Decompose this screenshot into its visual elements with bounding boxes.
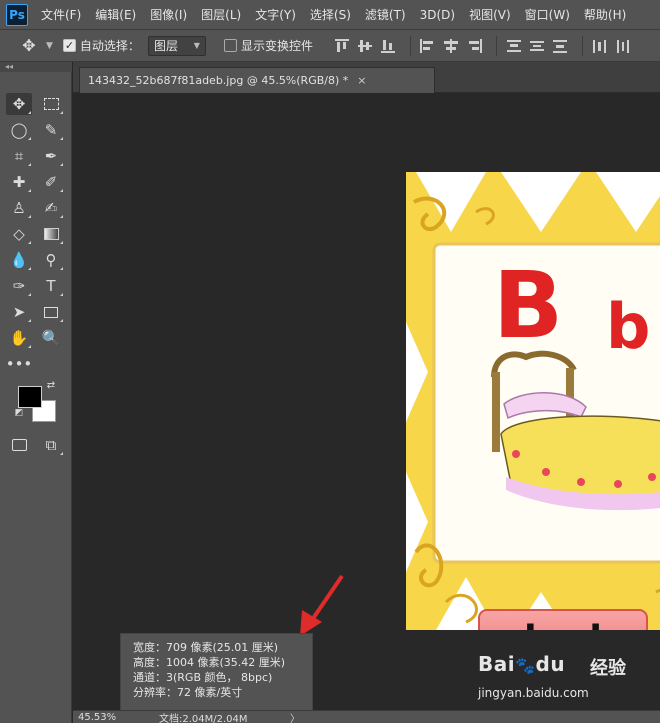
menu-edit[interactable]: 编辑(E) bbox=[88, 0, 143, 30]
history-brush-tool-icon[interactable]: ✍ bbox=[38, 197, 64, 219]
marquee-tool-icon[interactable] bbox=[38, 93, 64, 115]
separator bbox=[409, 35, 411, 56]
zoom-tool-icon[interactable]: 🔍 bbox=[38, 327, 64, 349]
distribute-vertical-center-icon[interactable] bbox=[528, 38, 546, 54]
align-vertical-center-icon[interactable] bbox=[356, 38, 374, 54]
show-transform-label: 显示变换控件 bbox=[240, 39, 313, 53]
separator bbox=[581, 35, 583, 56]
flashcard-artwork bbox=[406, 172, 660, 630]
menu-file[interactable]: 文件(F) bbox=[34, 0, 88, 30]
path-selection-tool-icon[interactable]: ➤ bbox=[6, 301, 32, 323]
info-resolution: 分辨率：72 像素/英寸 bbox=[133, 686, 243, 699]
menu-view[interactable]: 视图(V) bbox=[462, 0, 518, 30]
auto-select-label: 自动选择： bbox=[79, 39, 140, 53]
align-bottom-icon[interactable] bbox=[379, 38, 397, 54]
quick-selection-tool-icon[interactable]: ✎ bbox=[38, 119, 64, 141]
align-right-icon[interactable] bbox=[465, 38, 483, 54]
crop-tool-icon[interactable]: ⌗ bbox=[6, 145, 32, 167]
annotation-arrow bbox=[300, 574, 344, 636]
healing-brush-tool-icon[interactable]: ✚ bbox=[6, 171, 32, 193]
paw-icon: 🐾 bbox=[515, 656, 536, 675]
big-letter: B bbox=[493, 252, 563, 359]
foreground-color-swatch[interactable] bbox=[18, 386, 42, 408]
info-height: 高度：1004 像素(35.42 厘米) bbox=[133, 656, 286, 669]
blur-tool-icon[interactable]: 💧 bbox=[6, 249, 32, 271]
options-bar: ✥ ▼ ✓ 自动选择： 图层 ▼ 显示变换控件 bbox=[0, 30, 660, 62]
swap-colors-icon[interactable]: ⇄ bbox=[44, 378, 58, 392]
move-tool-icon[interactable]: ✥ bbox=[6, 93, 32, 115]
align-top-icon[interactable] bbox=[333, 38, 351, 54]
document-info-popup: 宽度：709 像素(25.01 厘米) 高度：1004 像素(35.42 厘米)… bbox=[120, 633, 313, 711]
align-buttons bbox=[333, 35, 637, 56]
menu-select[interactable]: 选择(S) bbox=[303, 0, 358, 30]
align-left-icon[interactable] bbox=[419, 38, 437, 54]
separator bbox=[495, 35, 497, 56]
hand-tool-icon[interactable]: ✋ bbox=[6, 327, 32, 349]
menu-help[interactable]: 帮助(H) bbox=[577, 0, 633, 30]
distribute-left-icon[interactable] bbox=[591, 38, 609, 54]
document-size[interactable]: 文档:2.04M/2.04M bbox=[145, 710, 290, 723]
menu-layer[interactable]: 图层(L) bbox=[194, 0, 248, 30]
more-tools-icon[interactable]: ••• bbox=[6, 353, 33, 375]
small-letter: b bbox=[606, 290, 651, 363]
distribute-horizontal-center-icon[interactable] bbox=[614, 38, 632, 54]
photoshop-logo: Ps bbox=[6, 3, 28, 26]
gradient-tool-icon[interactable] bbox=[38, 223, 64, 245]
auto-select-target-dropdown[interactable]: 图层 ▼ bbox=[147, 35, 206, 56]
watermark-url: jingyan.baidu.com bbox=[478, 686, 589, 700]
chevron-right-icon[interactable]: 〉 bbox=[290, 710, 300, 723]
document-tab-title: 143432_52b687f81adeb.jpg @ 45.5%(RGB/8) … bbox=[88, 74, 349, 87]
align-horizontal-center-icon[interactable] bbox=[442, 38, 460, 54]
flashcard-image: B b bed bbox=[406, 172, 660, 630]
auto-select-checkbox[interactable]: ✓ bbox=[62, 39, 76, 52]
info-channels: 通道：3(RGB 颜色， 8bpc) bbox=[133, 671, 273, 684]
screen-mode-icon[interactable]: ⧉ bbox=[38, 434, 64, 456]
dodge-tool-icon[interactable]: ⚲ bbox=[38, 249, 64, 271]
zoom-level[interactable]: 45.53% bbox=[73, 712, 145, 723]
baidu-watermark: Bai🐾du 经验 jingyan.baidu.com bbox=[478, 652, 660, 718]
brush-tool-icon[interactable]: ✐ bbox=[38, 171, 64, 193]
show-transform-checkbox[interactable] bbox=[223, 39, 237, 52]
quick-mask-icon[interactable] bbox=[6, 434, 32, 456]
document-tab[interactable]: 143432_52b687f81adeb.jpg @ 45.5%(RGB/8) … bbox=[79, 67, 435, 93]
eraser-tool-icon[interactable]: ◇ bbox=[6, 223, 32, 245]
distribute-bottom-icon[interactable] bbox=[551, 38, 569, 54]
menu-bar: Ps 文件(F) 编辑(E) 图像(I) 图层(L) 文字(Y) 选择(S) 滤… bbox=[0, 0, 660, 30]
info-width: 宽度：709 像素(25.01 厘米) bbox=[133, 641, 279, 654]
toolbar-collapse-handle[interactable]: ◂◂ bbox=[0, 62, 72, 72]
move-tool-preset-icon[interactable]: ✥ bbox=[12, 34, 46, 58]
chevron-down-icon[interactable]: ▼ bbox=[46, 41, 53, 51]
menu-image[interactable]: 图像(I) bbox=[143, 0, 194, 30]
default-colors-icon[interactable]: ◩ bbox=[12, 406, 26, 420]
rectangle-tool-icon[interactable] bbox=[38, 301, 64, 323]
auto-select-target-value: 图层 bbox=[153, 39, 178, 53]
close-icon[interactable]: × bbox=[357, 74, 366, 87]
watermark-brand: Bai🐾du bbox=[478, 652, 566, 676]
pen-tool-icon[interactable]: ✑ bbox=[6, 275, 32, 297]
watermark-suffix: 经验 bbox=[590, 658, 626, 679]
tools-panel: ✥ ◯ ✎ ⌗ ✒ ✚ ✐ ♙ ✍ ◇ 💧 ⚲ ✑ T ➤ ✋ 🔍 ••• ⇄ … bbox=[0, 72, 72, 723]
word-label: bed bbox=[478, 609, 648, 630]
lasso-tool-icon[interactable]: ◯ bbox=[6, 119, 32, 141]
photoshop-window: Ps 文件(F) 编辑(E) 图像(I) 图层(L) 文字(Y) 选择(S) 滤… bbox=[0, 0, 660, 723]
document-tab-bar: 143432_52b687f81adeb.jpg @ 45.5%(RGB/8) … bbox=[73, 62, 660, 93]
eyedropper-tool-icon[interactable]: ✒ bbox=[38, 145, 64, 167]
document-canvas[interactable]: B b bed bbox=[73, 93, 660, 710]
type-tool-icon[interactable]: T bbox=[38, 275, 64, 297]
distribute-top-icon[interactable] bbox=[505, 38, 523, 54]
clone-stamp-tool-icon[interactable]: ♙ bbox=[6, 197, 32, 219]
menu-filter[interactable]: 滤镜(T) bbox=[358, 0, 413, 30]
menu-type[interactable]: 文字(Y) bbox=[248, 0, 303, 30]
menu-3d[interactable]: 3D(D) bbox=[413, 0, 462, 30]
chevron-down-icon: ▼ bbox=[193, 41, 200, 50]
menu-window[interactable]: 窗口(W) bbox=[518, 0, 577, 30]
